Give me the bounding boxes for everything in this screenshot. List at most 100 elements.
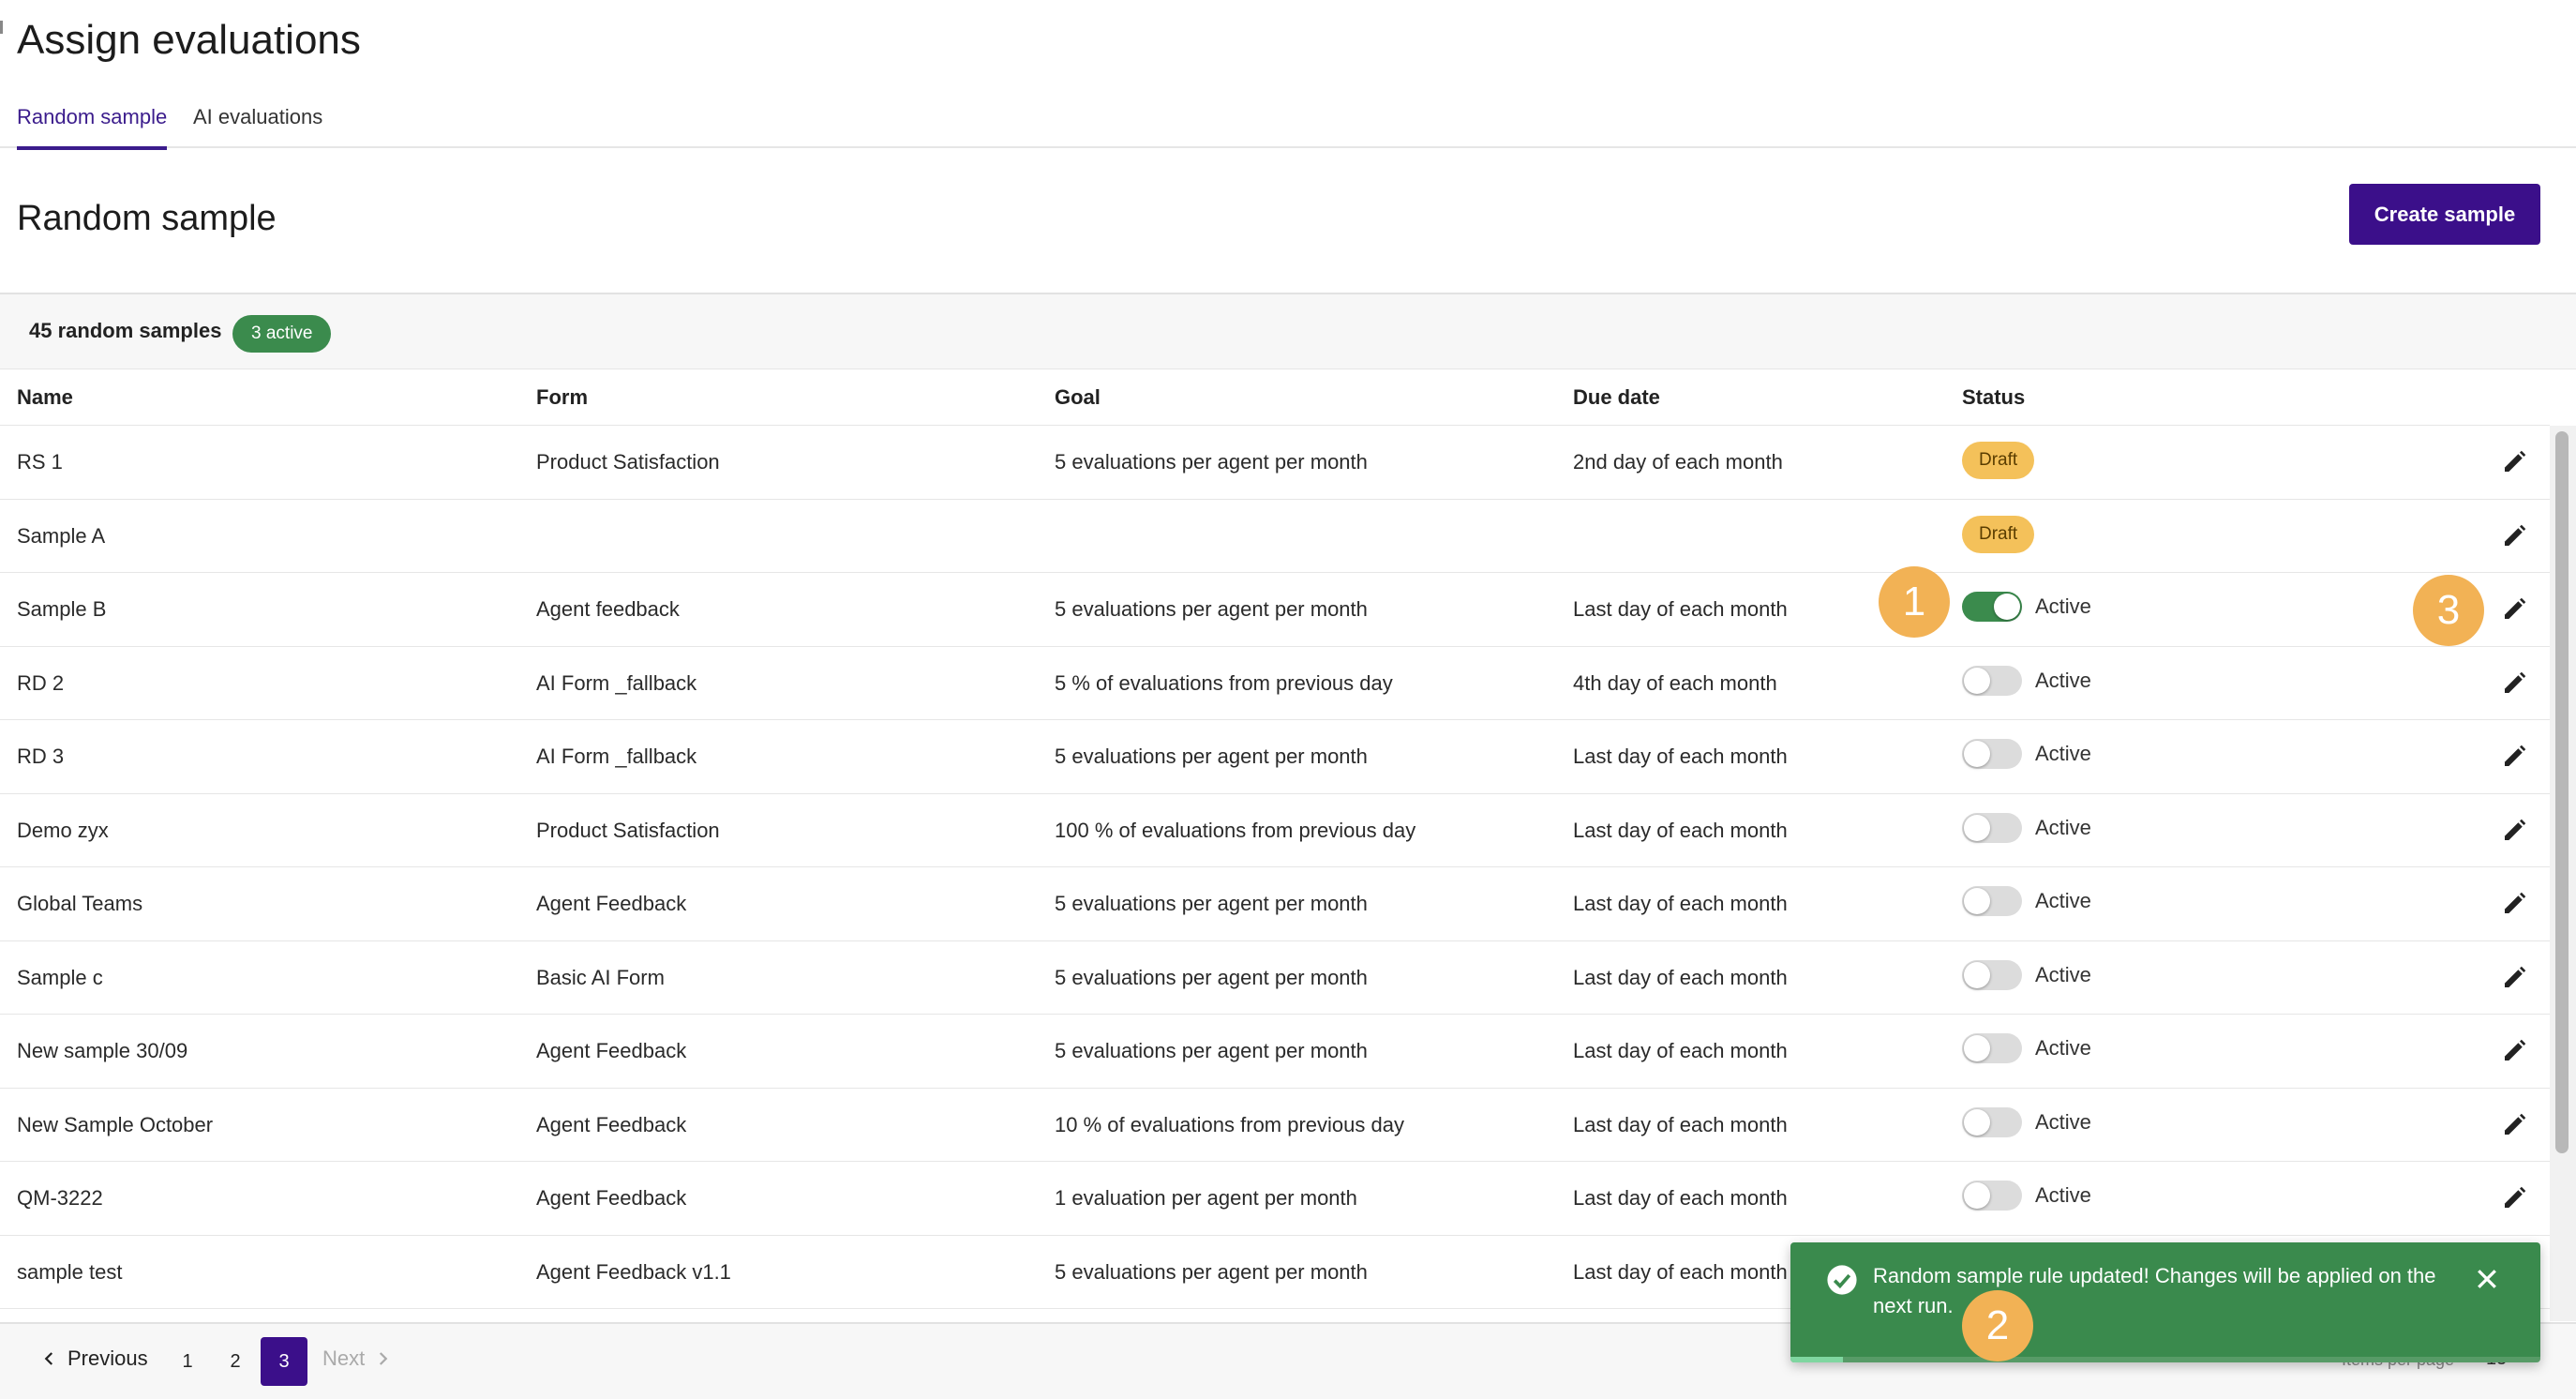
cell-form: Agent Feedback xyxy=(536,892,687,915)
active-label: Active xyxy=(2035,815,2091,839)
column-header-status[interactable]: Status xyxy=(1962,385,2025,410)
active-toggle[interactable] xyxy=(1962,959,2022,990)
cell-form: Basic AI Form xyxy=(536,965,665,989)
cell-name: RS 1 xyxy=(17,450,63,474)
pencil-icon xyxy=(2505,1113,2526,1135)
cell-due-date: Last day of each month xyxy=(1573,597,1788,621)
edit-button[interactable] xyxy=(2495,941,2533,1015)
cell-status: Active xyxy=(1962,573,2091,646)
cell-goal: 5 evaluations per agent per month xyxy=(1055,892,1368,915)
cell-form: Agent Feedback xyxy=(536,1186,687,1210)
active-label: Active xyxy=(2035,742,2091,765)
cell-form: Product Satisfaction xyxy=(536,818,720,842)
cell-due-date: 2nd day of each month xyxy=(1573,450,1783,474)
page-2-button[interactable]: 2 xyxy=(212,1337,259,1386)
pencil-icon xyxy=(2505,671,2526,693)
active-toggle[interactable] xyxy=(1962,1106,2022,1137)
tab-bar: Random sample AI evaluations xyxy=(0,101,2576,150)
cell-name: QM-3222 xyxy=(17,1186,103,1210)
cell-due-date: Last day of each month xyxy=(1573,1112,1788,1136)
table-row[interactable]: Sample A Draft xyxy=(0,500,2550,573)
edit-button[interactable] xyxy=(2495,1089,2533,1162)
draft-status-badge: Draft xyxy=(1962,515,2035,553)
pencil-icon xyxy=(2505,892,2526,913)
toggle-knob xyxy=(1964,1035,1990,1061)
table-row[interactable]: Sample c Basic AI Form 5 evaluations per a… xyxy=(0,941,2550,1015)
check-circle-icon xyxy=(1827,1265,1857,1295)
column-header-form[interactable]: Form xyxy=(536,385,588,410)
active-toggle[interactable] xyxy=(1962,886,2022,916)
active-toggle[interactable] xyxy=(1962,665,2022,696)
cell-status: Active xyxy=(1962,941,2091,1015)
table-row[interactable]: Sample B Agent feedback 5 evaluations per … xyxy=(0,573,2550,647)
cell-due-date: 4th day of each month xyxy=(1573,670,1777,695)
toast-timer xyxy=(1790,1357,2540,1362)
table-row[interactable]: RD 3 AI Form _fallback 5 evaluations per a… xyxy=(0,720,2550,794)
edit-button[interactable] xyxy=(2495,426,2533,499)
table-row[interactable]: Global Teams Agent Feedback 5 evaluations … xyxy=(0,867,2550,941)
tab-ai-evaluations[interactable]: AI evaluations xyxy=(193,105,322,148)
table-row[interactable]: Demo zyx Product Satisfaction 100 % of eva… xyxy=(0,794,2550,867)
cell-form: Agent Feedback xyxy=(536,1112,687,1136)
active-toggle[interactable] xyxy=(1962,1181,2022,1211)
next-page-button[interactable]: Next xyxy=(322,1346,391,1371)
cell-due-date: Last day of each month xyxy=(1573,818,1788,842)
pencil-icon xyxy=(2505,745,2526,766)
active-label: Active xyxy=(2035,668,2091,692)
page-1-button[interactable]: 1 xyxy=(164,1337,211,1386)
pencil-icon xyxy=(2505,450,2526,472)
active-label: Active xyxy=(2035,1109,2091,1134)
create-sample-button[interactable]: Create sample xyxy=(2349,184,2540,245)
summary-bar: 45 random samples 3 active xyxy=(0,293,2576,369)
edit-button[interactable] xyxy=(2495,1015,2533,1088)
table-row[interactable]: QM-3222 Agent Feedback 1 evaluation per ag… xyxy=(0,1162,2550,1236)
previous-page-button[interactable]: Previous xyxy=(41,1346,148,1371)
cell-due-date: Last day of each month xyxy=(1573,1039,1788,1062)
active-toggle[interactable] xyxy=(1962,812,2022,843)
cell-name: RD 2 xyxy=(17,670,65,695)
edit-button[interactable] xyxy=(2495,867,2533,940)
tab-random-sample[interactable]: Random sample xyxy=(17,105,168,150)
cell-goal: 5 evaluations per agent per month xyxy=(1055,965,1368,989)
toggle-knob xyxy=(1964,667,1990,694)
callout-marker-1: 1 xyxy=(1879,566,1950,638)
page-3-button[interactable]: 3 xyxy=(261,1337,307,1386)
toggle-knob xyxy=(1994,594,2020,620)
cell-name: RD 3 xyxy=(17,745,65,768)
active-toggle[interactable] xyxy=(1962,739,2022,769)
scrollbar-thumb[interactable] xyxy=(2555,431,2569,1153)
pencil-icon xyxy=(2505,1186,2526,1208)
close-icon[interactable] xyxy=(2473,1265,2501,1293)
cell-due-date: Last day of each month xyxy=(1573,892,1788,915)
edit-button[interactable] xyxy=(2495,573,2533,646)
cell-due-date: Last day of each month xyxy=(1573,1259,1788,1284)
table-row[interactable]: New sample 30/09 Agent Feedback 5 evaluati… xyxy=(0,1015,2550,1089)
edit-button[interactable] xyxy=(2495,1162,2533,1235)
active-count-badge: 3 active xyxy=(232,315,332,353)
table-scrollbar[interactable] xyxy=(2550,426,2576,1321)
cell-status: Active xyxy=(1962,794,2091,867)
column-header-name[interactable]: Name xyxy=(17,385,73,410)
edit-button[interactable] xyxy=(2495,647,2533,720)
table-row[interactable]: RD 2 AI Form _fallback 5 % of evaluations … xyxy=(0,647,2550,720)
active-toggle[interactable] xyxy=(1962,592,2022,622)
table-row[interactable]: RS 1 Product Satisfaction 5 evaluations pe… xyxy=(0,426,2550,500)
edit-button[interactable] xyxy=(2495,500,2533,573)
edit-button[interactable] xyxy=(2495,794,2533,867)
column-header-due-date[interactable]: Due date xyxy=(1573,385,1660,410)
cell-goal: 5 evaluations per agent per month xyxy=(1055,745,1368,768)
cell-status: Active xyxy=(1962,720,2091,793)
edit-button[interactable] xyxy=(2495,720,2533,793)
cell-form: Agent feedback xyxy=(536,597,680,621)
table-row[interactable]: New Sample October Agent Feedback 10 % of … xyxy=(0,1089,2550,1162)
toggle-knob xyxy=(1964,888,1990,914)
chevron-left-icon xyxy=(44,1352,53,1365)
toggle-knob xyxy=(1964,1108,1990,1136)
cell-goal: 5 evaluations per agent per month xyxy=(1055,597,1368,621)
cell-due-date: Last day of each month xyxy=(1573,1186,1788,1210)
active-toggle[interactable] xyxy=(1962,1033,2022,1063)
cell-status: Active xyxy=(1962,1089,2091,1162)
column-header-goal[interactable]: Goal xyxy=(1055,385,1101,410)
active-label: Active xyxy=(2035,594,2091,618)
cell-name: Sample A xyxy=(17,523,106,548)
